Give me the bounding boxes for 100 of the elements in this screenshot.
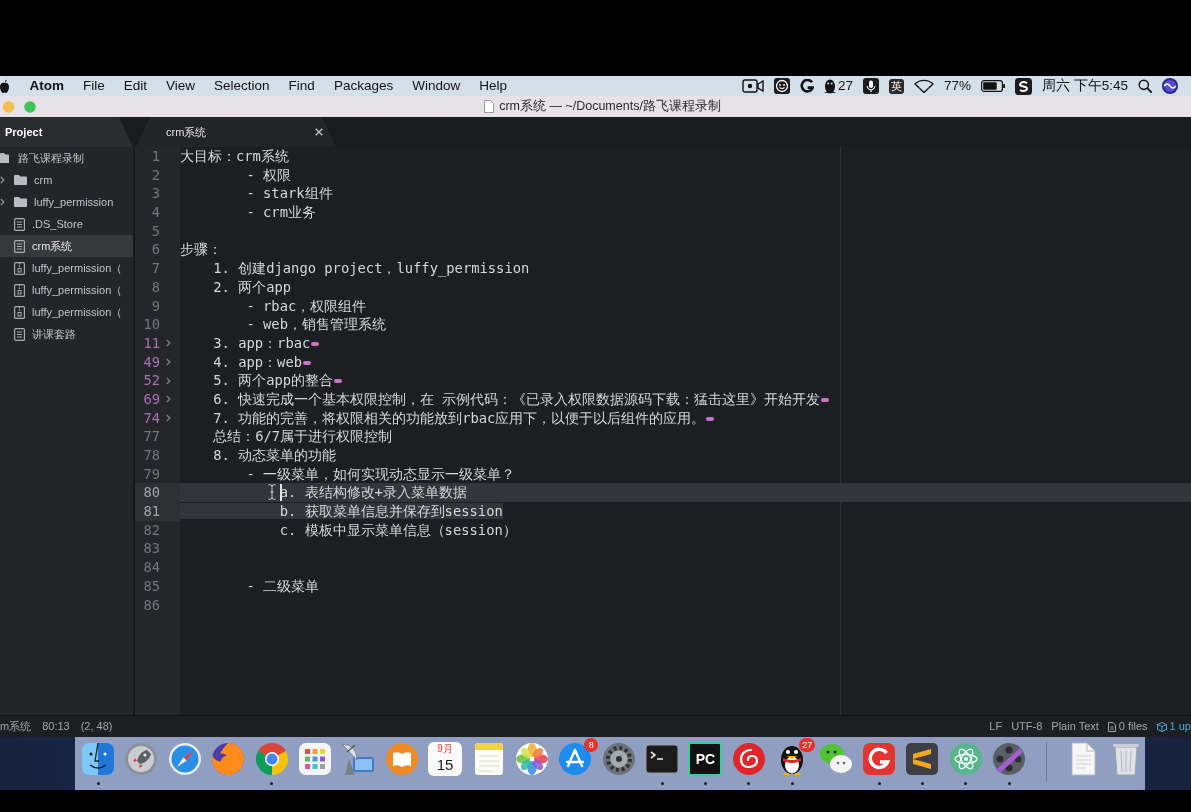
text-file-icon: [14, 217, 25, 231]
terminal-icon[interactable]: [645, 742, 680, 776]
tree-item[interactable]: luffy_permission（: [0, 279, 133, 301]
fold-chevron-icon[interactable]: [166, 413, 171, 422]
selection-count[interactable]: (2, 48): [80, 718, 113, 735]
notification-badge: 27: [799, 738, 816, 752]
menu-item[interactable]: View: [156, 76, 205, 96]
file-icon[interactable]: [1107, 721, 1116, 732]
menu-item[interactable]: File: [73, 76, 115, 96]
g-tile-icon[interactable]: [862, 742, 897, 776]
rocket-icon[interactable]: [124, 742, 159, 776]
battery-icon[interactable]: [980, 80, 1005, 92]
fold-chevron-icon[interactable]: [166, 339, 171, 348]
smiley-face-icon[interactable]: [773, 78, 790, 94]
chevron-right-icon[interactable]: [0, 198, 5, 206]
line-number: 79: [142, 464, 160, 484]
zip-file-icon: [14, 305, 25, 319]
tree-item[interactable]: luffy_permission（: [0, 301, 133, 323]
gear-icon[interactable]: [601, 742, 636, 776]
fold-ellipsis-icon[interactable]: [334, 379, 343, 384]
fold-ellipsis-icon[interactable]: [821, 397, 830, 402]
tree-item[interactable]: .DS_Store: [0, 213, 133, 235]
cursor-position[interactable]: 80:13: [42, 718, 70, 735]
grammar[interactable]: Plain Text: [1051, 718, 1099, 735]
tree-item[interactable]: crm系统: [0, 235, 133, 257]
tree-item[interactable]: 讲课套路: [0, 323, 133, 345]
film-reel-icon[interactable]: [992, 742, 1027, 776]
striped-tile-icon[interactable]: [905, 742, 940, 776]
code-line: - 权限: [246, 166, 292, 183]
microphone-icon[interactable]: [862, 78, 879, 94]
compass-icon[interactable]: [167, 742, 202, 776]
fox-globe-icon[interactable]: [211, 742, 246, 776]
menu-item[interactable]: Help: [469, 76, 517, 96]
menu-item[interactable]: Window: [402, 76, 470, 96]
code-line: - 二级菜单: [246, 577, 320, 594]
satellite-dish-icon[interactable]: [341, 742, 376, 776]
tree-item[interactable]: luffy_permission: [0, 191, 133, 213]
menu-item[interactable]: Packages: [324, 76, 403, 96]
s-tile-icon[interactable]: [1014, 77, 1032, 95]
calendar-tile[interactable]: 9月 15: [428, 742, 463, 776]
line-number: 6: [150, 240, 160, 260]
g-logo-icon[interactable]: [799, 79, 814, 93]
tree-item[interactable]: 路飞课程录制: [0, 147, 133, 169]
fold-ellipsis-icon[interactable]: [303, 360, 311, 365]
git-files[interactable]: 0 files: [1118, 718, 1148, 735]
code-line: 6. 快速完成一个基本权限控制，在 示例代码：《已录入权限数据源码下载：猛击这里》开始开发: [213, 390, 821, 407]
tree-item[interactable]: crm: [0, 169, 133, 191]
line-number: 86: [142, 595, 160, 615]
fold-ellipsis-icon[interactable]: [706, 416, 715, 421]
wifi-icon[interactable]: [913, 79, 934, 93]
line-ending[interactable]: LF: [989, 718, 1003, 735]
line-number: 1: [150, 147, 160, 166]
tricolor-circle-icon[interactable]: [254, 742, 289, 776]
chevron-right-icon[interactable]: [0, 176, 5, 184]
line-number: 84: [142, 558, 160, 577]
flower-icon[interactable]: [514, 742, 549, 776]
status-file-name[interactable]: m系统: [0, 718, 32, 735]
panel-tab[interactable]: Project: [0, 117, 133, 147]
app-menu[interactable]: Atom: [20, 76, 74, 96]
line-number: 80: [142, 483, 160, 503]
document-icon: [484, 100, 495, 113]
cube-icon[interactable]: [1156, 721, 1167, 732]
clock[interactable]: 周六 下午5:45: [1041, 75, 1128, 97]
spiral-disc-icon[interactable]: [731, 742, 766, 776]
code-line: b. 获取菜单信息并保存到session: [279, 503, 503, 520]
fold-ellipsis-icon[interactable]: [311, 341, 320, 346]
penguin-icon[interactable]: [823, 78, 836, 94]
chat-bubbles-icon[interactable]: [818, 742, 853, 776]
fold-chevron-icon[interactable]: [166, 376, 171, 385]
line-number: 9: [150, 296, 160, 316]
code-line: 7. 功能的完善，将权限相关的功能放到rbac应用下，以便于以后组件的应用。: [213, 409, 706, 426]
code-line: 步骤：: [180, 241, 222, 258]
menu-item[interactable]: Edit: [114, 76, 157, 96]
code-line: 1. 创建django project，luffy_permission: [213, 260, 530, 277]
apple-logo-icon[interactable]: [0, 79, 9, 93]
editor-tab[interactable]: crm系统: [136, 117, 336, 147]
two-tone-face-icon[interactable]: [81, 742, 115, 776]
notification-count: 27: [837, 76, 853, 95]
letter-a-circle-icon[interactable]: [558, 742, 593, 776]
code-line: 大目标：crm系统: [180, 148, 289, 164]
menu-item[interactable]: Selection: [204, 76, 280, 96]
close-icon[interactable]: [315, 128, 323, 136]
search-icon[interactable]: [1138, 79, 1152, 93]
open-book-icon[interactable]: [384, 742, 419, 776]
logo-text: PC: [695, 751, 716, 767]
battery-percentage: 77%: [943, 76, 971, 95]
package-updates[interactable]: 1 up: [1169, 718, 1191, 735]
wave-orb-icon[interactable]: [1162, 78, 1178, 94]
menu-item[interactable]: Find: [279, 76, 325, 96]
encoding[interactable]: UTF-8: [1011, 718, 1043, 735]
fold-chevron-icon[interactable]: [166, 357, 171, 366]
logo-tile[interactable]: PC: [688, 742, 723, 776]
line-number: 81: [142, 502, 160, 521]
atom-icon[interactable]: [948, 742, 983, 776]
fold-chevron-icon[interactable]: [166, 395, 171, 404]
tree-item[interactable]: luffy_permission（: [0, 257, 133, 279]
input-method-indicator[interactable]: 英: [888, 78, 904, 94]
code-line: - stark组件: [246, 185, 333, 202]
app-grid-icon[interactable]: [297, 742, 332, 776]
video-camera-icon[interactable]: [741, 79, 764, 93]
